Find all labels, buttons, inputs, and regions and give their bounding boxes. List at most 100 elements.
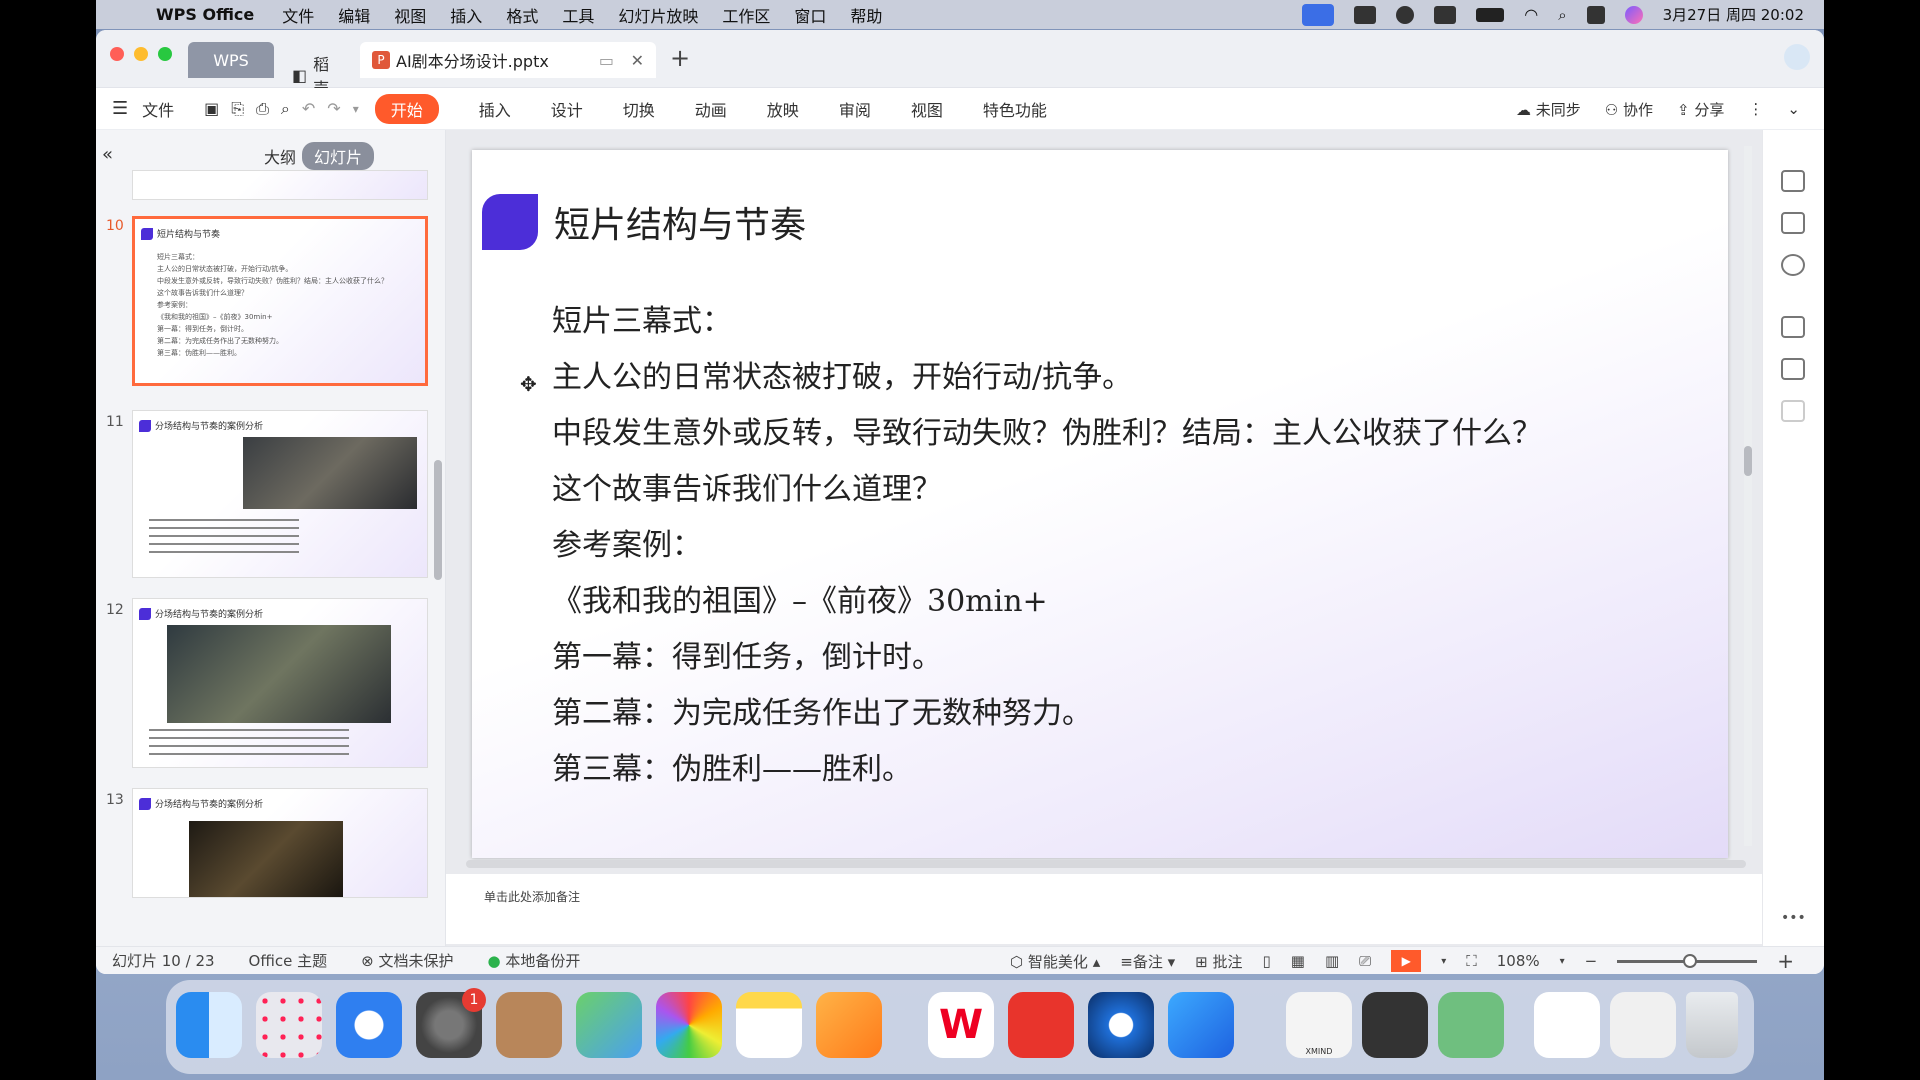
- xmind-document-icon[interactable]: XMIND: [1286, 992, 1352, 1058]
- tab-window-icon[interactable]: ▭: [599, 51, 614, 70]
- undo-icon[interactable]: ↶: [302, 99, 315, 118]
- minimize-window-button[interactable]: [134, 47, 148, 61]
- slide-thumb-11[interactable]: 分场结构与节奏的案例分析: [132, 410, 428, 578]
- document-window-thumbnail[interactable]: [1534, 992, 1600, 1058]
- zoom-slider[interactable]: [1617, 953, 1758, 968]
- tab-wps[interactable]: WPS: [188, 42, 274, 78]
- save-icon[interactable]: ▣: [204, 99, 219, 118]
- tab-transition[interactable]: 切换: [623, 97, 655, 121]
- xmind-app-icon[interactable]: [1008, 992, 1074, 1058]
- star-icon[interactable]: [1781, 316, 1805, 338]
- preview-icon[interactable]: ⌕: [281, 99, 290, 119]
- share-button[interactable]: ⇪ 分享: [1677, 99, 1724, 120]
- notes-pane[interactable]: 单击此处添加备注: [446, 874, 1762, 944]
- pages-icon[interactable]: [816, 992, 882, 1058]
- photos-icon[interactable]: [656, 992, 722, 1058]
- screen-mirror-icon[interactable]: [1302, 3, 1335, 26]
- tab-special[interactable]: 特色功能: [983, 97, 1047, 121]
- menu-help[interactable]: 帮助: [850, 3, 882, 27]
- avatar[interactable]: [1784, 44, 1810, 70]
- tab-document[interactable]: P AI剧本分场设计.pptx ▭ ✕: [360, 42, 656, 78]
- fit-window-icon[interactable]: ⛶: [1466, 952, 1477, 970]
- tab-start[interactable]: 开始: [374, 93, 439, 124]
- menubar-clock[interactable]: 3月27日 周四 20:02: [1663, 4, 1804, 25]
- trash-icon[interactable]: [1686, 992, 1738, 1058]
- slide-thumb-13[interactable]: 分场结构与节奏的案例分析: [132, 788, 428, 898]
- safari-icon[interactable]: [336, 992, 402, 1058]
- slide-thumb-12[interactable]: 分场结构与节奏的案例分析: [132, 598, 428, 768]
- tab-design[interactable]: 设计: [551, 97, 583, 121]
- slide-thumb-10[interactable]: 短片结构与节奏 短片三幕式： 主人公的日常状态被打破，开始行动/抗争。 中段发生…: [132, 216, 428, 386]
- play-slideshow-button[interactable]: ▶: [1391, 950, 1422, 972]
- browser-window-thumbnail[interactable]: [1610, 992, 1676, 1058]
- maps-icon[interactable]: [576, 992, 642, 1058]
- battery-icon[interactable]: [1476, 7, 1505, 22]
- slide-thumb-9[interactable]: [132, 170, 428, 200]
- live-stream-icon[interactable]: [1168, 992, 1234, 1058]
- scroll-thumb[interactable]: [1744, 446, 1752, 476]
- print-icon[interactable]: ⎙: [256, 99, 269, 119]
- wifi-icon[interactable]: ◠: [1524, 5, 1538, 24]
- contacts-icon[interactable]: [496, 992, 562, 1058]
- spreadsheet-window-thumbnail[interactable]: [1438, 992, 1504, 1058]
- backup-status[interactable]: ● 本地备份开: [487, 950, 580, 971]
- menu-format[interactable]: 格式: [506, 3, 538, 27]
- beautify-button[interactable]: ⬡ 智能美化 ▴: [1010, 951, 1100, 972]
- presenter-icon[interactable]: ⎚: [1359, 952, 1371, 970]
- export-icon[interactable]: ⎘: [231, 99, 244, 119]
- tab-insert[interactable]: 插入: [479, 97, 511, 121]
- reading-view-icon[interactable]: ▥: [1325, 952, 1339, 970]
- protect-status[interactable]: ⊗ 文档未保护: [361, 950, 453, 971]
- comment-icon[interactable]: [1781, 358, 1805, 380]
- zoom-dropdown-icon[interactable]: ▾: [1560, 956, 1565, 967]
- menu-tools[interactable]: 工具: [562, 3, 594, 27]
- wps-status-icon[interactable]: [1354, 5, 1377, 24]
- menu-file[interactable]: 文件: [282, 3, 314, 27]
- quicktime-icon[interactable]: [1088, 992, 1154, 1058]
- slide-body-textbox[interactable]: 短片三幕式： 主人公的日常状态被打破，开始行动/抗争。 中段发生意外或反转，导致…: [552, 294, 1542, 798]
- comment-button[interactable]: ⊞ 批注: [1195, 951, 1242, 972]
- normal-view-icon[interactable]: ▯: [1263, 952, 1271, 970]
- menu-hamburger-icon[interactable]: ☰: [112, 98, 128, 119]
- slide-count[interactable]: 幻灯片 10 / 23: [112, 950, 215, 971]
- menubar-app-name[interactable]: WPS Office: [156, 5, 254, 24]
- zoom-in-icon[interactable]: +: [1777, 949, 1794, 973]
- history-icon[interactable]: [1781, 254, 1805, 276]
- slide-title-box[interactable]: 短片结构与节奏: [482, 194, 966, 250]
- menu-view[interactable]: 视图: [394, 3, 426, 27]
- menu-workspace[interactable]: 工作区: [722, 3, 770, 27]
- more-icon[interactable]: ⋮: [1748, 100, 1763, 118]
- play-status-icon[interactable]: [1396, 5, 1415, 24]
- zoom-slider-handle[interactable]: [1683, 953, 1698, 968]
- play-dropdown-icon[interactable]: ▾: [1441, 956, 1446, 967]
- adjust-icon[interactable]: [1781, 170, 1805, 192]
- input-method-icon[interactable]: [1434, 5, 1457, 24]
- redo-icon[interactable]: ↷: [327, 99, 340, 118]
- collapse-ribbon-icon[interactable]: ⌄: [1787, 100, 1800, 118]
- file-menu-button[interactable]: 文件: [142, 97, 174, 121]
- launchpad-icon[interactable]: [256, 992, 322, 1058]
- siri-icon[interactable]: [1624, 5, 1643, 24]
- quick-access-dropdown-icon[interactable]: ▾: [353, 102, 359, 116]
- menu-edit[interactable]: 编辑: [338, 3, 370, 27]
- video-window-thumbnail[interactable]: [1362, 992, 1428, 1058]
- finder-icon[interactable]: [176, 992, 242, 1058]
- sync-button[interactable]: ☁ 未同步: [1516, 99, 1581, 120]
- tab-animation[interactable]: 动画: [695, 97, 727, 121]
- outline-tab[interactable]: 大纲: [264, 144, 296, 168]
- wps-office-icon[interactable]: W: [928, 992, 994, 1058]
- editor-horizontal-scrollbar[interactable]: [466, 860, 1746, 868]
- close-tab-icon[interactable]: ✕: [631, 51, 644, 70]
- close-window-button[interactable]: [110, 47, 124, 61]
- picture-icon[interactable]: [1781, 212, 1805, 234]
- panel-scrollbar[interactable]: [434, 460, 442, 580]
- tab-view[interactable]: 视图: [911, 97, 943, 121]
- collapse-panel-icon[interactable]: «: [102, 144, 113, 165]
- package-icon[interactable]: [1781, 400, 1805, 422]
- menu-slideshow[interactable]: 幻灯片放映: [618, 3, 698, 27]
- zoom-out-icon[interactable]: −: [1585, 952, 1598, 970]
- menu-window[interactable]: 窗口: [794, 3, 826, 27]
- new-tab-icon[interactable]: +: [670, 44, 690, 72]
- slides-tab[interactable]: 幻灯片: [302, 142, 375, 170]
- collab-button[interactable]: ⚇ 协作: [1605, 99, 1653, 120]
